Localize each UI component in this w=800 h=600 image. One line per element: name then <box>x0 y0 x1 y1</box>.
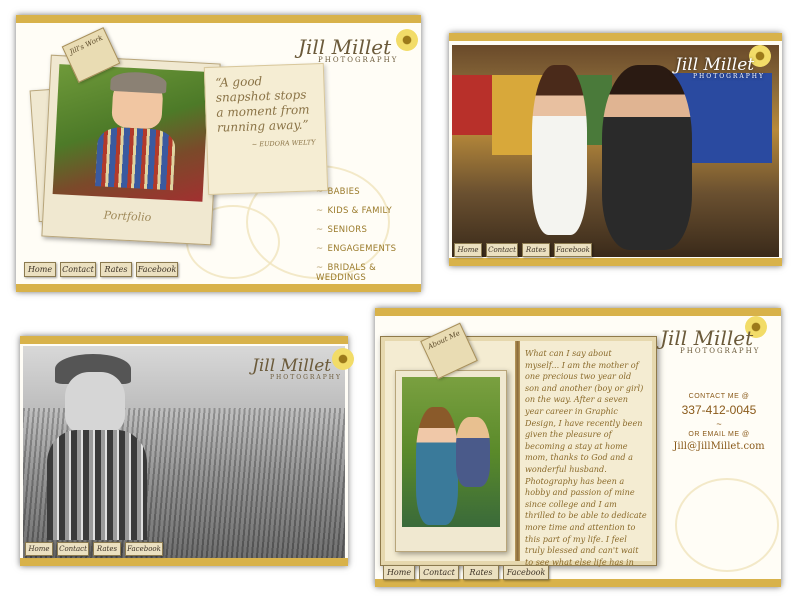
menu-item-babies[interactable]: ~ BABIES <box>316 187 421 197</box>
menu-bullet: ~ <box>316 187 324 197</box>
logo[interactable]: Jill Millet PHOTOGRAPHY <box>252 358 342 381</box>
nav-contact-button[interactable]: Contact <box>486 243 518 257</box>
logo-name: Jill Millet <box>675 55 755 75</box>
top-bar <box>375 308 781 316</box>
boy-face <box>65 372 125 434</box>
quote-card: “A good snapshot stops a moment from run… <box>203 62 329 196</box>
mother-figure <box>416 407 458 525</box>
menu-bullet: ~ <box>316 206 324 216</box>
logo-subtitle: PHOTOGRAPHY <box>680 347 761 355</box>
logo[interactable]: Jill Millet PHOTOGRAPHY <box>298 37 398 64</box>
logo[interactable]: Jill Millet PHOTOGRAPHY <box>660 328 760 355</box>
man-figure <box>602 65 692 250</box>
nav-bar: Home Contact Rates Facebook <box>25 542 163 556</box>
logo-subtitle: PHOTOGRAPHY <box>318 56 399 64</box>
nav-home-button[interactable]: Home <box>454 243 482 257</box>
nav-home-button[interactable]: Home <box>24 262 56 277</box>
top-bar <box>449 33 782 41</box>
menu-item-label: ENGAGEMENTS <box>327 244 397 254</box>
menu-bullet: ~ <box>316 263 324 273</box>
nav-facebook-button[interactable]: Facebook <box>554 243 592 257</box>
panel-about: About Me What can I say about myself... … <box>375 308 781 587</box>
portfolio-menu: ~ BABIES ~ KIDS & FAMILY ~ SENIORS ~ ENGAGEMENT… <box>316 187 421 292</box>
menu-item-kids-family[interactable]: ~ KIDS & FAMILY <box>316 206 421 216</box>
woman-figure <box>532 65 587 235</box>
child-figure <box>456 417 490 487</box>
contact-label: CONTACT ME @ <box>688 393 750 400</box>
menu-bullet: ~ <box>316 225 324 235</box>
menu-item-label: BRIDALS & WEDDINGS <box>316 263 377 283</box>
menu-item-label: KIDS & FAMILY <box>327 206 392 216</box>
menu-bullet: ~ <box>316 244 324 254</box>
menu-item-label: BABIES <box>327 187 360 197</box>
panel-photo-boy: Jill Millet PHOTOGRAPHY Home Contact Rat… <box>20 336 354 566</box>
nav-rates-button[interactable]: Rates <box>100 262 132 277</box>
bottom-bar <box>375 579 781 587</box>
quote-author: ~ EUDORA WELTY <box>251 138 316 149</box>
logo-name: Jill Millet <box>252 356 332 376</box>
nav-contact-button[interactable]: Contact <box>419 565 459 580</box>
logo[interactable]: Jill Millet PHOTOGRAPHY <box>675 57 765 80</box>
menu-item-seniors[interactable]: ~ SENIORS <box>316 225 421 235</box>
nav-home-button[interactable]: Home <box>25 542 53 556</box>
logo-name: Jill Millet <box>298 35 392 59</box>
menu-item-label: SENIORS <box>327 225 368 235</box>
nav-contact-button[interactable]: Contact <box>60 262 96 277</box>
menu-item-bridals-weddings[interactable]: ~ BRIDALS & WEDDINGS <box>316 263 421 283</box>
nav-bar: Home Contact Rates Facebook <box>24 262 178 277</box>
boy-shirt <box>95 126 177 191</box>
email-label: OR EMAIL ME @ <box>688 431 750 438</box>
email-link[interactable]: Jill@JillMillet.com <box>660 441 778 452</box>
nav-bar: Home Contact Rates Facebook <box>454 243 592 257</box>
about-text: What can I say about myself... I am the … <box>525 348 647 578</box>
quote-text: “A good snapshot stops a moment from run… <box>215 74 310 135</box>
mother-child-photo <box>402 377 500 527</box>
contact-block: CONTACT ME @ 337-412-0045 ~ OR EMAIL ME … <box>660 393 778 452</box>
phone-number[interactable]: 337-412-0045 <box>660 403 778 417</box>
nav-rates-button[interactable]: Rates <box>522 243 550 257</box>
flower-icon <box>396 29 418 51</box>
nav-rates-button[interactable]: Rates <box>93 542 121 556</box>
polaroid-portfolio[interactable]: Portfolio <box>41 54 221 246</box>
about-photo-frame <box>395 370 507 552</box>
tag-label: Jill's Work <box>68 33 105 57</box>
book-spine <box>515 341 520 561</box>
bottom-bar <box>449 258 782 266</box>
tag-label: About Me <box>426 329 462 352</box>
polaroid-caption: Portfolio <box>103 208 152 225</box>
swirl-ornament <box>675 478 779 572</box>
menu-item-engagements[interactable]: ~ ENGAGEMENTS <box>316 244 421 254</box>
tilde-divider: ~ <box>716 419 722 429</box>
boy-cap <box>110 70 168 94</box>
logo-subtitle: PHOTOGRAPHY <box>693 73 765 80</box>
panel-portfolio: Jill Millet PHOTOGRAPHY Portfolio Jill's… <box>16 15 421 292</box>
nav-bar: Home Contact Rates Facebook <box>383 565 549 580</box>
nav-facebook-button[interactable]: Facebook <box>136 262 178 277</box>
panel-photo-couple: Jill Millet PHOTOGRAPHY Home Contact Rat… <box>449 33 782 266</box>
top-bar <box>16 15 421 23</box>
nav-home-button[interactable]: Home <box>383 565 415 580</box>
nav-contact-button[interactable]: Contact <box>57 542 89 556</box>
portfolio-photo <box>52 64 210 202</box>
nav-facebook-button[interactable]: Facebook <box>125 542 163 556</box>
boy-shirt <box>47 430 147 540</box>
logo-name: Jill Millet <box>660 326 754 350</box>
logo-subtitle: PHOTOGRAPHY <box>270 374 342 381</box>
nav-facebook-button[interactable]: Facebook <box>503 565 549 580</box>
top-bar <box>20 336 348 344</box>
nav-rates-button[interactable]: Rates <box>463 565 499 580</box>
bottom-bar <box>20 558 348 566</box>
